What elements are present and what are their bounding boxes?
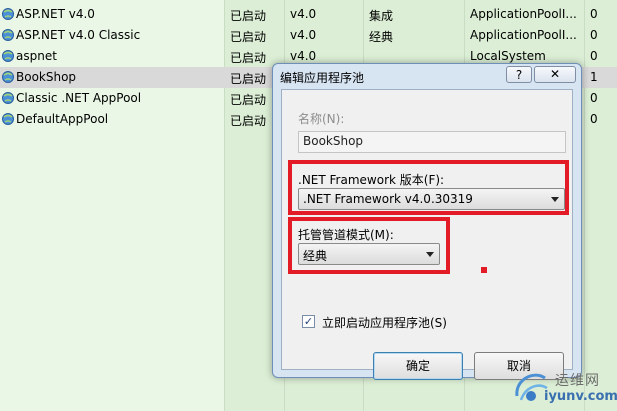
pool-identity: ApplicationPoolI... <box>470 28 577 42</box>
framework-highlight-box <box>288 160 569 215</box>
app-pool-row[interactable]: ASP.NET v4.0 已启动 v4.0 集成 ApplicationPoolI...… <box>0 4 617 25</box>
help-button[interactable]: ? <box>506 66 532 83</box>
app-pool-icon <box>2 50 14 62</box>
pool-state: 已启动 <box>230 30 267 44</box>
watermark-cn: 运维网 <box>555 373 600 389</box>
pool-state: 已启动 <box>230 72 267 86</box>
dialog-title: 编辑应用程序池 <box>280 71 365 85</box>
pool-state: 已启动 <box>230 9 267 23</box>
pool-state: 已启动 <box>230 51 267 65</box>
pool-app-count: 0 <box>590 91 598 105</box>
ok-button[interactable]: 确定 <box>373 352 463 380</box>
app-pool-icon <box>2 8 14 20</box>
pool-app-count: 0 <box>590 49 598 63</box>
pool-name: aspnet <box>16 49 57 63</box>
checkmark-icon: ✓ <box>303 315 314 328</box>
pool-name: Classic .NET AppPool <box>16 91 142 105</box>
pool-identity: ApplicationPoolI... <box>470 7 577 21</box>
app-pool-icon <box>2 29 14 41</box>
autostart-label[interactable]: 立即启动应用程序池(S) <box>322 314 447 331</box>
pool-name: ASP.NET v4.0 Classic <box>16 28 141 42</box>
pool-name: ASP.NET v4.0 <box>16 7 95 21</box>
pool-name: DefaultAppPool <box>16 112 109 126</box>
pool-state: 已启动 <box>230 114 267 128</box>
app-pool-row[interactable]: ASP.NET v4.0 Classic 已启动 v4.0 经典 Application… <box>0 25 617 46</box>
app-pool-icon <box>2 71 14 83</box>
name-label: 名称(N): <box>298 112 345 126</box>
pool-app-count: 0 <box>590 112 598 126</box>
pool-mode: 经典 <box>369 30 394 44</box>
pool-app-count: 0 <box>590 7 598 21</box>
pool-version: v4.0 <box>290 7 317 21</box>
close-button[interactable]: ✕ <box>534 66 576 83</box>
autostart-checkbox[interactable]: ✓ <box>302 315 315 328</box>
app-pool-icon <box>2 113 14 125</box>
pool-app-count: 1 <box>590 70 598 84</box>
pool-name: BookShop <box>16 70 77 84</box>
pool-version: v4.0 <box>290 28 317 42</box>
pool-identity: LocalSystem <box>470 49 546 63</box>
watermark-en: iyunv.com <box>544 389 617 404</box>
pool-version: v4.0 <box>290 49 317 63</box>
red-marker <box>481 267 487 273</box>
name-field[interactable]: BookShop <box>298 131 566 153</box>
pool-app-count: 0 <box>590 28 598 42</box>
pool-mode: 集成 <box>369 9 394 23</box>
pipeline-highlight-box <box>288 217 450 274</box>
pool-state: 已启动 <box>230 93 267 107</box>
app-pool-icon <box>2 92 14 104</box>
